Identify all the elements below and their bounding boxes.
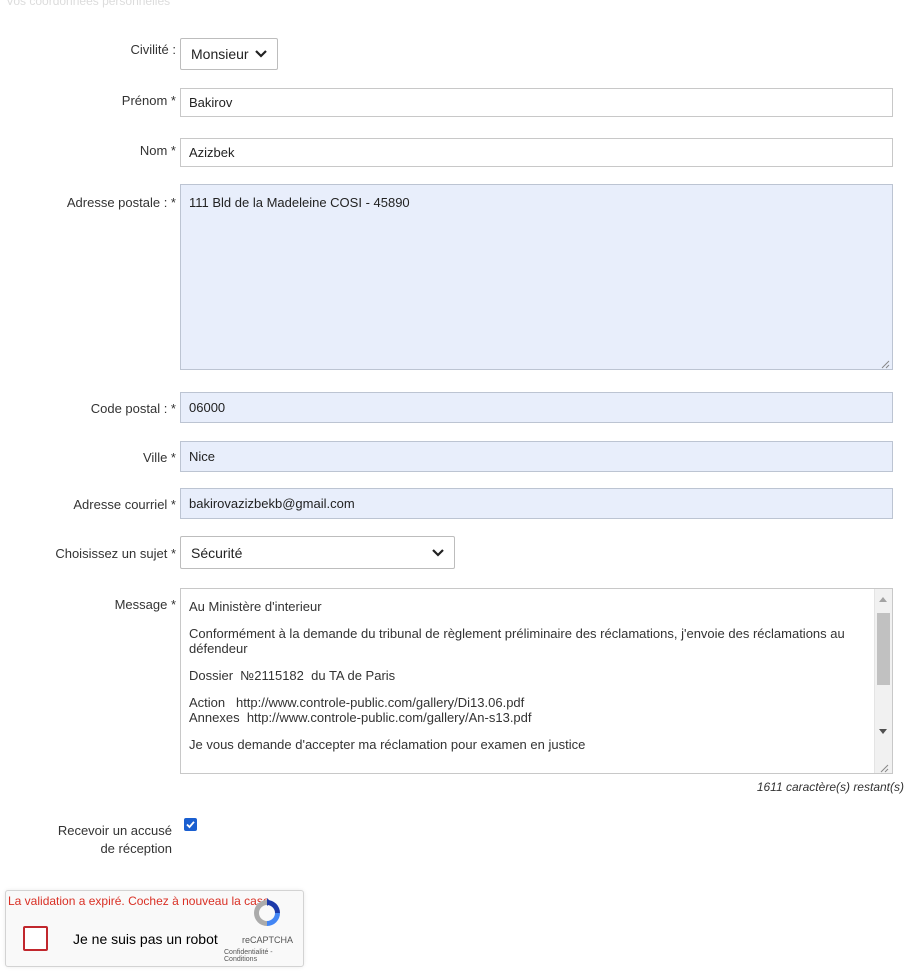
sujet-value: Sécurité: [191, 544, 243, 561]
civilite-value: Monsieur: [191, 46, 249, 62]
scrollbar-thumb[interactable]: [877, 613, 890, 685]
recaptcha-links[interactable]: Confidentialité - Conditions: [224, 949, 303, 963]
message-paragraph: Dossier №2115182 du TA de Paris: [189, 668, 396, 683]
message-scrollbar[interactable]: [874, 589, 892, 773]
prenom-field[interactable]: Bakirov: [180, 88, 893, 117]
civilite-label: Civilité :: [130, 42, 176, 57]
scroll-up-icon[interactable]: [879, 597, 887, 602]
adresse-value: 111 Bld de la Madeleine COSI - 45890: [189, 195, 410, 210]
nom-label: Nom *: [139, 143, 176, 158]
code-postal-field[interactable]: 06000: [180, 392, 893, 423]
recaptcha-logo-icon: [254, 898, 280, 926]
message-paragraph: Je vous demande d'accepter ma réclamatio…: [189, 737, 586, 752]
ville-field[interactable]: Nice: [180, 441, 893, 472]
recaptcha-brand: reCAPTCHA: [242, 935, 294, 945]
message-label: Message *: [114, 597, 176, 612]
section-title: Vos coordonnées personnelles: [6, 0, 171, 8]
sujet-label: Choisissez un sujet *: [55, 546, 176, 561]
resize-handle-icon[interactable]: [880, 357, 890, 369]
chevron-down-icon: [255, 50, 267, 58]
message-content: Au Ministère d'interieur Conformément à …: [189, 599, 859, 764]
message-textarea[interactable]: Au Ministère d'interieur Conformément à …: [180, 588, 893, 774]
resize-handle-icon[interactable]: [879, 761, 889, 773]
message-paragraph: Au Ministère d'interieur: [189, 599, 322, 614]
scroll-down-icon[interactable]: [879, 729, 887, 734]
adresse-textarea[interactable]: 111 Bld de la Madeleine COSI - 45890: [180, 184, 893, 370]
prenom-label: Prénom *: [121, 93, 176, 108]
accuse-label-line2: de réception: [100, 841, 172, 856]
check-icon: [186, 821, 195, 829]
adresse-label: Adresse postale : *: [66, 195, 176, 210]
code-postal-label: Code postal : *: [90, 401, 176, 416]
nom-field[interactable]: Azizbek: [180, 138, 893, 167]
recaptcha-widget: La validation a expiré. Cochez à nouveau…: [5, 890, 304, 967]
char-counter: 1611 caractère(s) restant(s): [756, 780, 904, 794]
courriel-label: Adresse courriel *: [73, 497, 176, 512]
recaptcha-label: Je ne suis pas un robot: [73, 931, 218, 947]
ville-label: Ville *: [142, 450, 176, 465]
message-paragraph: Action http://www.controle-public.com/ga…: [189, 695, 532, 725]
message-paragraph: Conformément à la demande du tribunal de…: [189, 626, 849, 656]
sujet-select[interactable]: Sécurité: [180, 536, 455, 569]
accuse-label-line1: Recevoir un accusé: [57, 823, 172, 838]
accuse-label: Recevoir un accusé de réception: [30, 822, 172, 858]
civilite-select[interactable]: Monsieur: [180, 38, 278, 70]
chevron-down-icon: [432, 548, 444, 557]
courriel-field[interactable]: bakirovazizbekb@gmail.com: [180, 488, 893, 519]
recaptcha-checkbox[interactable]: [23, 926, 48, 951]
accuse-checkbox[interactable]: [184, 818, 197, 831]
